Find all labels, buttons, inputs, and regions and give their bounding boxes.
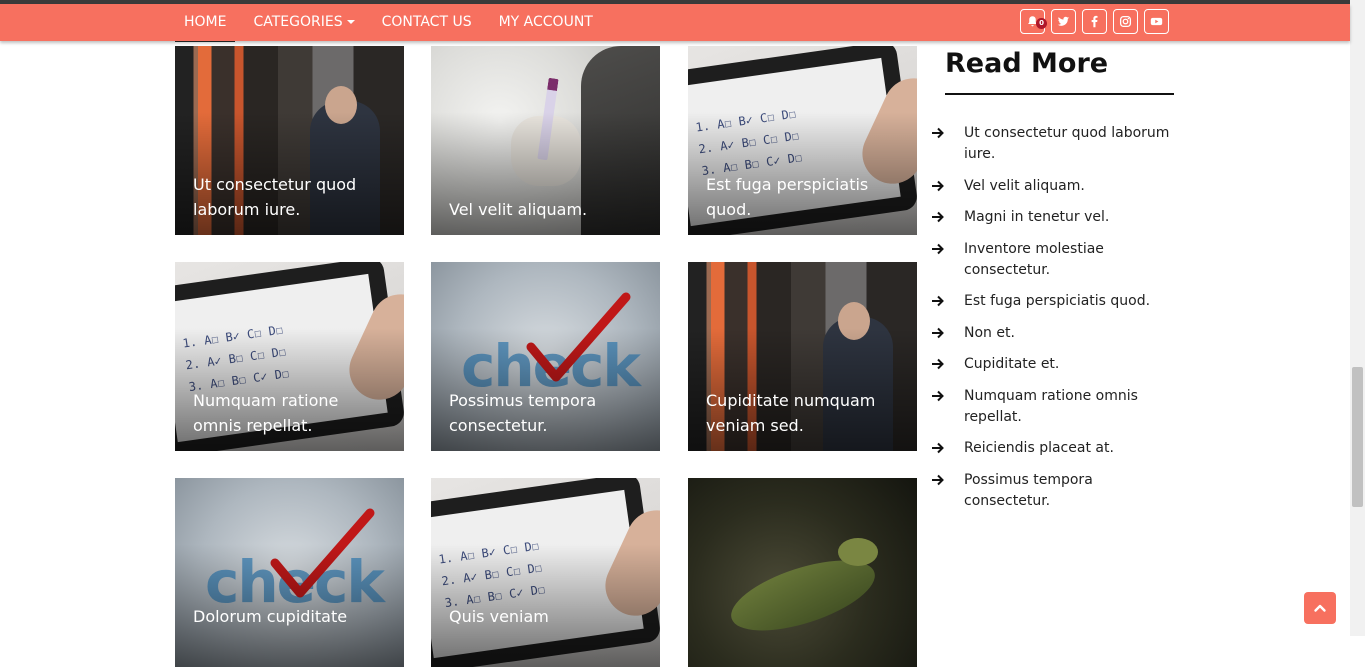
photo-lizard-head bbox=[838, 538, 878, 566]
post-title[interactable]: Numquam ratione omnis repellat. bbox=[193, 388, 390, 438]
nav-categories[interactable]: CATEGORIES bbox=[253, 4, 363, 41]
post-card[interactable]: check Possimus tempora consectetur. bbox=[431, 262, 660, 451]
sidebar-title: Read More bbox=[945, 48, 1109, 79]
nav-categories-label: CATEGORIES bbox=[253, 14, 343, 30]
nav-contact-us[interactable]: CONTACT US bbox=[382, 4, 481, 41]
read-more-link[interactable]: Possimus tempora consectetur. bbox=[931, 470, 1174, 512]
read-more-link-text: Vel velit aliquam. bbox=[964, 177, 1085, 194]
page-scrollbar[interactable] bbox=[1350, 0, 1365, 636]
arrow-right-icon bbox=[932, 127, 944, 139]
arrow-right-icon bbox=[932, 180, 944, 191]
sidebar-divider bbox=[945, 93, 1174, 95]
nav-home[interactable]: HOME bbox=[175, 4, 236, 42]
read-more-sidebar: Read More Ut consectetur quod laborum iu… bbox=[932, 46, 1174, 522]
read-more-link-text: Inventore molestiae consectetur. bbox=[964, 240, 1104, 278]
instagram-icon bbox=[1119, 15, 1132, 28]
read-more-link[interactable]: Numquam ratione omnis repellat. bbox=[931, 386, 1174, 428]
post-card[interactable]: 1. A☐ B✓ C☐ D☐2. A✓ B☐ C☐ D☐3. A☐ B☐ C✓ … bbox=[175, 262, 404, 451]
card-overlay bbox=[431, 478, 660, 667]
post-card[interactable] bbox=[688, 478, 917, 667]
read-more-link-text: Magni in tenetur vel. bbox=[964, 209, 1110, 225]
read-more-list: Ut consectetur quod laborum iure. Vel ve… bbox=[931, 123, 1174, 512]
read-more-link[interactable]: Vel velit aliquam. bbox=[931, 176, 1174, 197]
post-card[interactable]: Ut consectetur quod laborum iure. bbox=[175, 46, 404, 235]
notification-count-badge: 0 bbox=[1036, 18, 1047, 29]
post-title[interactable]: Cupiditate numquam veniam sed. bbox=[706, 388, 903, 438]
post-card[interactable]: check Dolorum cupiditate bbox=[175, 478, 404, 667]
post-card[interactable]: 1. A☐ B✓ C☐ D☐2. A✓ B☐ C☐ D☐3. A☐ B☐ C✓ … bbox=[431, 478, 660, 667]
arrow-right-icon bbox=[932, 327, 944, 338]
read-more-link[interactable]: Reiciendis placeat at. bbox=[931, 438, 1174, 459]
instagram-button[interactable] bbox=[1113, 9, 1138, 34]
arrow-right-icon bbox=[932, 358, 944, 370]
facebook-button[interactable] bbox=[1082, 9, 1107, 34]
youtube-icon bbox=[1150, 17, 1163, 26]
post-title[interactable]: Est fuga perspiciatis quod. bbox=[706, 172, 903, 222]
read-more-link[interactable]: Cupiditate et. bbox=[931, 354, 1174, 375]
arrow-right-icon bbox=[932, 243, 944, 254]
main-nav: HOME CATEGORIES CONTACT US MY ACCOUNT bbox=[175, 4, 620, 42]
card-overlay bbox=[175, 478, 404, 667]
twitter-button[interactable] bbox=[1051, 9, 1076, 34]
chevron-up-icon bbox=[1314, 604, 1326, 612]
read-more-link-text: Cupiditate et. bbox=[964, 356, 1060, 372]
back-to-top-button[interactable] bbox=[1304, 592, 1336, 624]
read-more-link-text: Possimus tempora consectetur. bbox=[964, 471, 1093, 509]
read-more-link[interactable]: Magni in tenetur vel. bbox=[931, 207, 1174, 228]
top-navbar: HOME CATEGORIES CONTACT US MY ACCOUNT 0 bbox=[0, 4, 1350, 42]
read-more-link-text: Numquam ratione omnis repellat. bbox=[964, 387, 1138, 425]
caret-down-icon bbox=[346, 20, 355, 24]
arrow-right-icon bbox=[932, 390, 944, 401]
post-title[interactable]: Quis veniam bbox=[449, 604, 646, 629]
scrollbar-thumb[interactable] bbox=[1352, 367, 1363, 507]
post-title[interactable]: Ut consectetur quod laborum iure. bbox=[193, 172, 390, 222]
read-more-link-text: Non et. bbox=[964, 324, 1015, 341]
read-more-link[interactable]: Non et. bbox=[931, 323, 1174, 344]
post-card[interactable]: 1. A☐ B✓ C☐ D☐2. A✓ B☐ C☐ D☐3. A☐ B☐ C✓ … bbox=[688, 46, 917, 235]
read-more-link-text: Est fuga perspiciatis quod. bbox=[964, 293, 1151, 309]
arrow-right-icon bbox=[932, 211, 944, 223]
nav-home-label: HOME bbox=[184, 14, 227, 30]
post-title[interactable]: Vel velit aliquam. bbox=[449, 197, 646, 222]
notifications-button[interactable]: 0 bbox=[1020, 9, 1047, 34]
twitter-icon bbox=[1057, 16, 1070, 26]
read-more-link-text: Reiciendis placeat at. bbox=[964, 440, 1114, 456]
nav-account-label: MY ACCOUNT bbox=[498, 14, 593, 30]
post-card[interactable]: Vel velit aliquam. bbox=[431, 46, 660, 235]
social-links: 0 bbox=[1020, 9, 1175, 34]
post-title[interactable]: Dolorum cupiditate bbox=[193, 604, 390, 629]
arrow-right-icon bbox=[932, 474, 944, 485]
arrow-right-icon bbox=[932, 442, 944, 454]
read-more-link-text: Ut consectetur quod laborum iure. bbox=[964, 125, 1170, 162]
youtube-button[interactable] bbox=[1144, 9, 1169, 34]
read-more-link[interactable]: Est fuga perspiciatis quod. bbox=[931, 291, 1174, 312]
post-title[interactable]: Possimus tempora consectetur. bbox=[449, 388, 646, 438]
read-more-link[interactable]: Ut consectetur quod laborum iure. bbox=[931, 123, 1174, 165]
read-more-link[interactable]: Inventore molestiae consectetur. bbox=[931, 239, 1174, 281]
nav-my-account[interactable]: MY ACCOUNT bbox=[499, 4, 602, 41]
nav-contact-label: CONTACT US bbox=[381, 14, 472, 30]
arrow-right-icon bbox=[932, 295, 944, 307]
post-card[interactable]: Cupiditate numquam veniam sed. bbox=[688, 262, 917, 451]
facebook-icon bbox=[1091, 15, 1098, 28]
